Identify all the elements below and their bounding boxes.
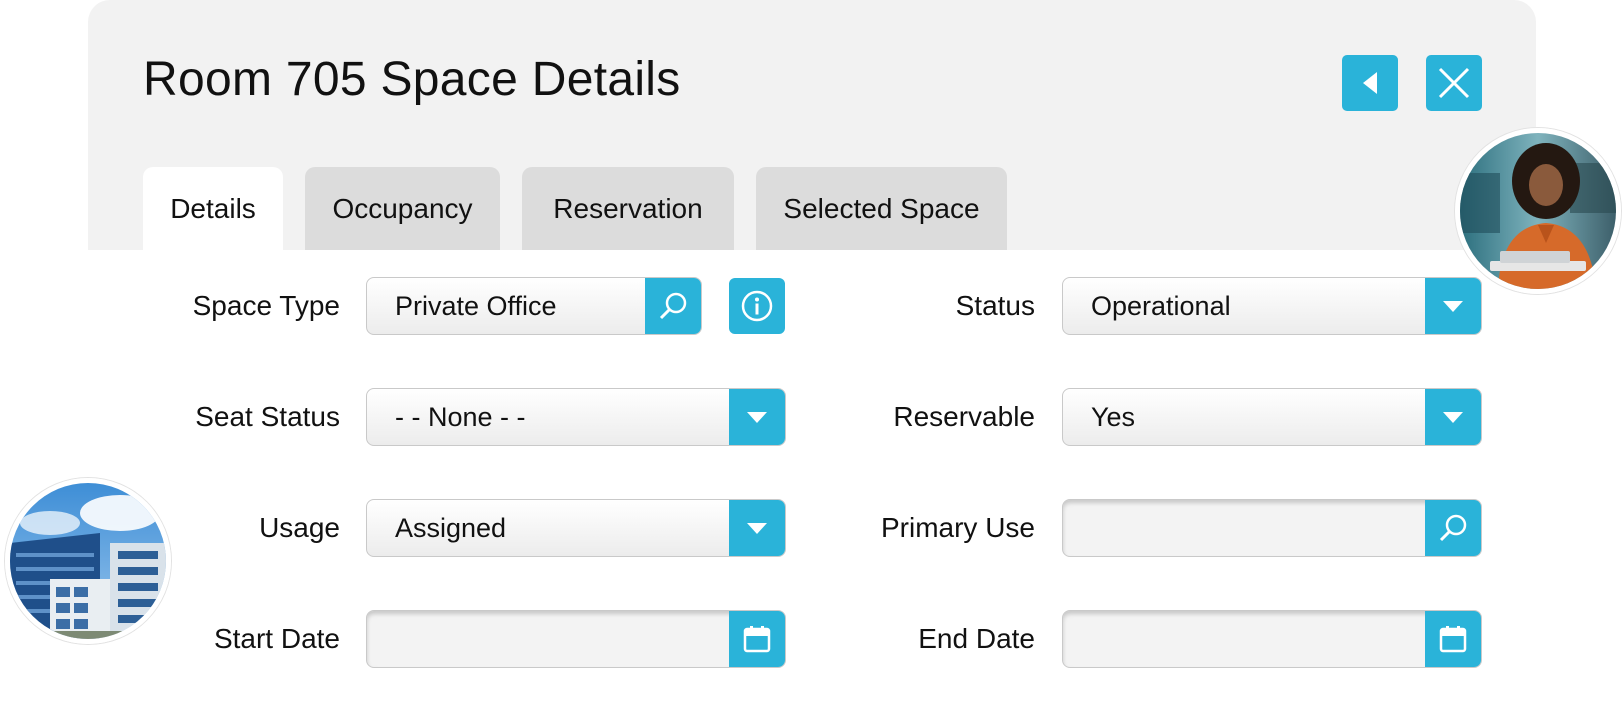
close-button[interactable] [1426,55,1482,111]
tab-occupancy[interactable]: Occupancy [305,167,500,250]
end-date-calendar-button[interactable] [1425,611,1481,667]
seat-status-label: Seat Status [195,401,340,432]
info-icon [741,290,773,322]
calendar-icon [1439,626,1467,653]
primary-use-search-button[interactable] [1425,500,1481,556]
primary-use-field[interactable] [1062,499,1482,557]
space-type-field[interactable]: Private Office [366,277,702,335]
primary-use-label: Primary Use [880,512,1035,543]
start-date-calendar-button[interactable] [729,611,785,667]
status-label: Status [955,290,1035,321]
close-icon [1438,67,1470,99]
seat-status-dropdown-button[interactable] [729,389,785,445]
usage-select[interactable]: Assigned [366,499,786,557]
chevron-down-icon [1443,412,1463,423]
space-type-value: Private Office [395,290,557,321]
space-type-info-button[interactable] [729,278,785,334]
caret-left-icon [1363,72,1377,94]
chevron-down-icon [747,412,767,423]
usage-value: Assigned [395,512,507,543]
search-icon [659,292,687,320]
tab-reservation[interactable]: Reservation [522,167,734,250]
status-dropdown-button[interactable] [1425,278,1481,334]
search-icon [1439,514,1467,542]
status-value: Operational [1091,290,1231,321]
usage-dropdown-button[interactable] [729,500,785,556]
building-image [5,478,171,644]
end-date-label: End Date [918,623,1035,654]
building-illustration [10,483,166,639]
end-date-field[interactable] [1062,610,1482,668]
user-avatar [1455,128,1621,294]
tab-selected-space[interactable]: Selected Space [756,167,1007,250]
seat-status-value: - - None - - [395,401,526,432]
space-type-label: Space Type [192,290,340,321]
reservable-select[interactable]: Yes [1062,388,1482,446]
status-select[interactable]: Operational [1062,277,1482,335]
person-illustration [1460,133,1616,289]
reservable-value: Yes [1091,401,1136,432]
page-title: Room 705 Space Details [143,53,681,106]
start-date-field[interactable] [366,610,786,668]
reservable-label: Reservable [893,401,1035,432]
start-date-label: Start Date [213,623,340,654]
back-button[interactable] [1342,55,1398,111]
chevron-down-icon [1443,301,1463,312]
reservable-dropdown-button[interactable] [1425,389,1481,445]
tab-details[interactable]: Details [143,167,283,250]
space-type-search-button[interactable] [645,278,701,334]
seat-status-select[interactable]: - - None - - [366,388,786,446]
chevron-down-icon [747,523,767,534]
calendar-icon [743,626,771,653]
